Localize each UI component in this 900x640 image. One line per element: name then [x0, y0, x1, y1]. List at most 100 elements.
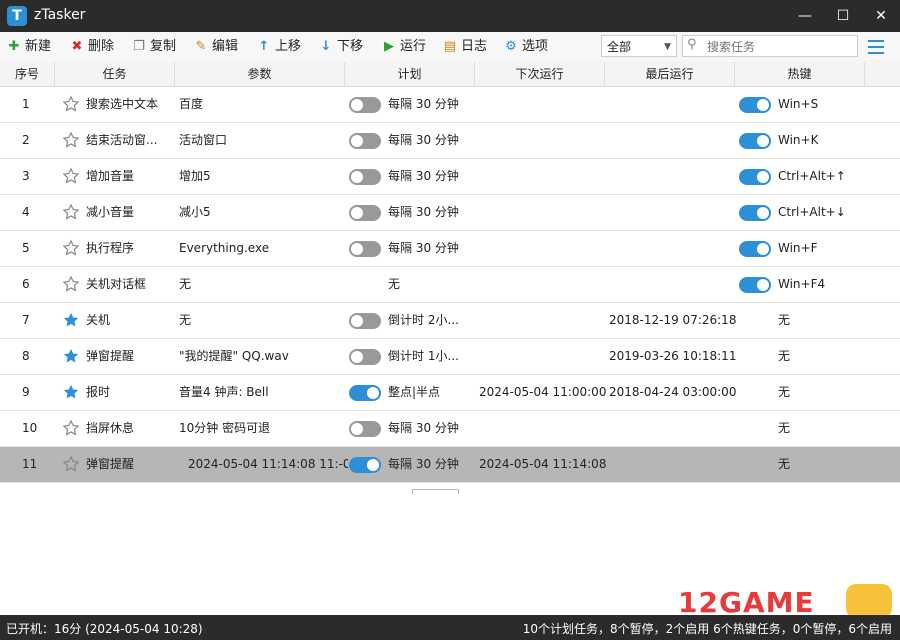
row-task: 弹窗提醒: [86, 457, 135, 471]
new-button[interactable]: ✚ 新建: [7, 36, 51, 58]
row-index: 10: [22, 421, 38, 435]
row-plan: 倒计时 1小...: [388, 349, 459, 363]
star-icon[interactable]: [62, 419, 80, 437]
table-row[interactable]: 5 执行程序 Everything.exe 每隔 30 分钟 Win+F: [0, 231, 900, 267]
task-summary-text: 10个计划任务，8个暂停，2个启用 6个热键任务，0个暂停，6个启用: [522, 622, 892, 636]
row-hotkey: 无: [778, 421, 791, 435]
plan-toggle[interactable]: [349, 205, 381, 221]
row-task: 减小音量: [86, 205, 135, 219]
row-task: 增加音量: [86, 169, 135, 183]
row-next-run: 2024-05-04 11:00:00: [479, 385, 607, 399]
col-index[interactable]: 序号: [0, 62, 55, 86]
maximize-button[interactable]: ☐: [824, 0, 862, 32]
table-row[interactable]: 1 搜索选中文本 百度 每隔 30 分钟 Win+S: [0, 87, 900, 123]
log-button[interactable]: ▤ 日志: [443, 36, 487, 58]
plan-toggle[interactable]: [349, 169, 381, 185]
star-filled-icon[interactable]: [62, 311, 80, 329]
row-task: 弹窗提醒: [86, 349, 135, 363]
plan-toggle[interactable]: [349, 241, 381, 257]
row-task: 关机: [86, 313, 111, 327]
star-icon[interactable]: [62, 203, 80, 221]
hotkey-toggle[interactable]: [739, 277, 771, 293]
edit-button[interactable]: ✎ 编辑: [194, 36, 238, 58]
table-row[interactable]: 3 增加音量 增加5 每隔 30 分钟 Ctrl+Alt+↑: [0, 159, 900, 195]
row-next-run: 2024-05-04 11:14:08: [479, 457, 607, 471]
scroll-indicator: [412, 489, 459, 494]
star-icon[interactable]: [62, 131, 80, 149]
minimize-button[interactable]: —: [786, 0, 824, 32]
copy-button[interactable]: ❐ 复制: [132, 36, 176, 58]
plan-toggle[interactable]: [349, 97, 381, 113]
toolbar: ✚ 新建 ✖ 删除 ❐ 复制 ✎ 编辑 ↑ 上移 ↓ 下移 ▶ 运行 ▤ 日志 ⚙ 选项 全部 ▼ …: [0, 32, 900, 63]
table-row[interactable]: 6 关机对话框 无 无 Win+F4: [0, 267, 900, 303]
row-index: 5: [22, 241, 30, 255]
list-menu-icon[interactable]: [868, 40, 884, 54]
table-row[interactable]: 4 减小音量 减小5 每隔 30 分钟 Ctrl+Alt+↓: [0, 195, 900, 231]
star-icon[interactable]: [62, 95, 80, 113]
row-hotkey: 无: [778, 349, 791, 363]
hotkey-toggle[interactable]: [739, 169, 771, 185]
table-row[interactable]: 7 关机 无 倒计时 2小... 2018-12-19 07:26:18 无: [0, 303, 900, 339]
hotkey-toggle[interactable]: [739, 241, 771, 257]
table-row[interactable]: 2 结束活动窗... 活动窗口 每隔 30 分钟 Win+K: [0, 123, 900, 159]
options-button[interactable]: ⚙ 选项: [504, 36, 548, 58]
hotkey-toggle[interactable]: [739, 133, 771, 149]
col-task[interactable]: 任务: [55, 62, 175, 86]
plan-toggle[interactable]: [349, 313, 381, 329]
row-task: 关机对话框: [86, 277, 147, 291]
row-index: 8: [22, 349, 30, 363]
row-hotkey: Ctrl+Alt+↑: [778, 169, 846, 183]
col-plan[interactable]: 计划: [345, 62, 475, 86]
table-row[interactable]: 9 报时 音量4 钟声: Bell 整点|半点 2024-05-04 11:00:00 2…: [0, 375, 900, 411]
move-up-button[interactable]: ↑ 上移: [257, 36, 301, 58]
row-param: 2024-05-04 11:14:08 11:-04: [188, 457, 348, 471]
title-bar: T zTasker — ☐ ✕: [0, 0, 900, 32]
plan-toggle[interactable]: [349, 457, 381, 473]
star-filled-icon[interactable]: [62, 383, 80, 401]
arrow-down-icon: ↓: [320, 39, 332, 54]
row-index: 4: [22, 205, 30, 219]
run-button[interactable]: ▶ 运行: [382, 36, 426, 58]
col-hotkey[interactable]: 热键: [735, 62, 865, 86]
row-index: 6: [22, 277, 30, 291]
plan-toggle[interactable]: [349, 421, 381, 437]
row-hotkey: Win+F: [778, 241, 818, 255]
star-icon[interactable]: [62, 167, 80, 185]
delete-icon: ✖: [71, 39, 83, 54]
row-plan: 每隔 30 分钟: [388, 97, 459, 111]
row-task: 执行程序: [86, 241, 135, 255]
close-button[interactable]: ✕: [862, 0, 900, 32]
table-row[interactable]: 8 弹窗提醒 "我的提醒" QQ.wav 倒计时 1小... 2019-03-26 10…: [0, 339, 900, 375]
delete-button[interactable]: ✖ 删除: [70, 36, 114, 58]
hotkey-toggle[interactable]: [739, 97, 771, 113]
search-icon: ⚲: [687, 37, 697, 52]
hotkey-toggle[interactable]: [739, 205, 771, 221]
plus-icon: ✚: [8, 39, 20, 54]
gamepad-icon: [846, 584, 892, 618]
star-icon[interactable]: [62, 455, 80, 473]
row-task: 搜索选中文本: [86, 97, 159, 111]
row-hotkey: Win+K: [778, 133, 819, 147]
col-param[interactable]: 参数: [175, 62, 345, 86]
row-param: 音量4 钟声: Bell: [179, 385, 269, 399]
filter-select[interactable]: 全部 ▼: [601, 35, 677, 57]
table-row[interactable]: 10 挡屏休息 10分钟 密码可退 每隔 30 分钟 无: [0, 411, 900, 447]
star-filled-icon[interactable]: [62, 347, 80, 365]
row-task: 挡屏休息: [86, 421, 135, 435]
row-index: 2: [22, 133, 30, 147]
plan-toggle[interactable]: [349, 349, 381, 365]
star-icon[interactable]: [62, 239, 80, 257]
table-row[interactable]: 11 弹窗提醒 2024-05-04 11:14:08 11:-04 每隔 30 分钟…: [0, 447, 900, 483]
row-param: 活动窗口: [179, 133, 228, 147]
row-index: 1: [22, 97, 30, 111]
row-hotkey: Ctrl+Alt+↓: [778, 205, 846, 219]
row-param: Everything.exe: [179, 241, 270, 255]
col-last-run[interactable]: 最后运行: [605, 62, 735, 86]
star-icon[interactable]: [62, 275, 80, 293]
move-down-button[interactable]: ↓ 下移: [319, 36, 363, 58]
row-hotkey: 无: [778, 313, 791, 327]
search-input[interactable]: [705, 37, 857, 57]
plan-toggle[interactable]: [349, 133, 381, 149]
col-next-run[interactable]: 下次运行: [475, 62, 605, 86]
plan-toggle[interactable]: [349, 385, 381, 401]
